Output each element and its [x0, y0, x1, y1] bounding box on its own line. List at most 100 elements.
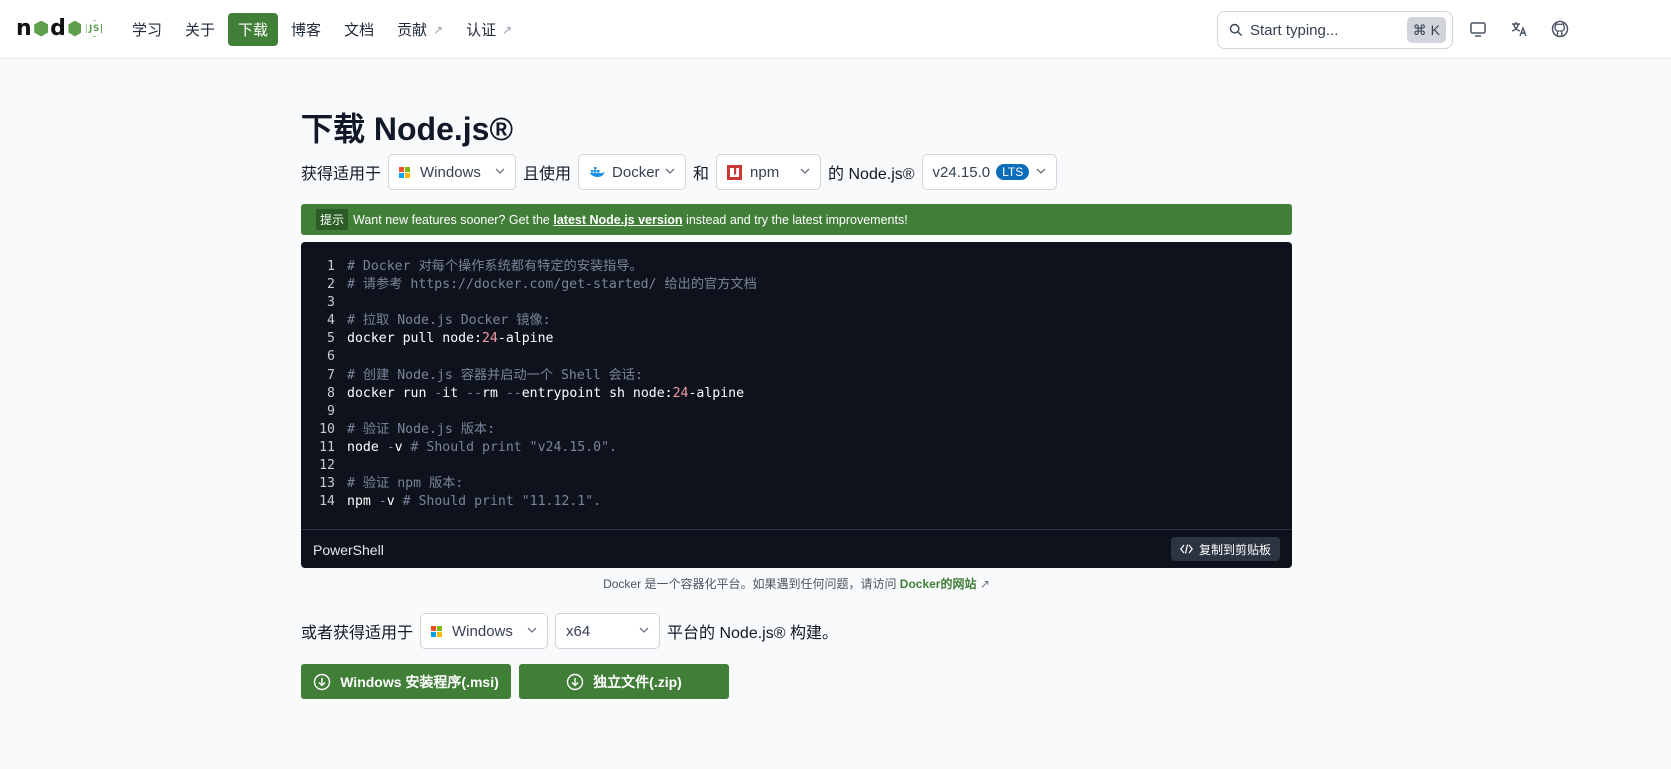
docker-icon — [589, 167, 605, 177]
code-line: 10 # 验证 Node.js 版本: — [301, 421, 757, 439]
package-manager-select[interactable]: npm — [716, 154, 822, 190]
code-token: -- — [505, 385, 522, 401]
code-token: - — [386, 439, 395, 455]
code-token: it — [442, 385, 467, 401]
line-number: 3 — [327, 295, 335, 311]
code-line: 11 node -v # Should print "v24.15.0". — [301, 439, 757, 457]
alt-prefix-label: 或者获得适用于 — [301, 625, 414, 642]
arch-select[interactable]: x64 — [555, 613, 661, 649]
code-token: rm — [482, 385, 506, 401]
version-select[interactable]: v24.15.0 LTS — [921, 154, 1057, 190]
copy-label: 复制到剪贴板 — [1198, 542, 1271, 557]
install-method-value: Docker — [612, 163, 660, 181]
line-number: 12 — [319, 458, 335, 474]
windows-icon — [431, 625, 443, 637]
nav-item-1[interactable]: 关于 — [175, 13, 225, 46]
tip-text-before: Want new features sooner? Get the — [353, 212, 554, 227]
nav-item-label: 贡献 — [397, 22, 428, 39]
install-method-select[interactable]: Docker — [578, 154, 687, 190]
tip-banner: 提示 Want new features sooner? Get the lat… — [301, 204, 1292, 235]
line-content: docker pull node:24-alpine — [347, 330, 553, 348]
external-link-icon: ↗ — [979, 577, 990, 591]
code-token: v — [386, 494, 403, 510]
docker-note: Docker 是一个容器化平台。如果遇到任何问题，请访问 Docker的网站 ↗ — [301, 575, 1292, 592]
code-token: 24 — [672, 385, 689, 401]
docker-website-link[interactable]: Docker的网站 — [900, 577, 977, 591]
main-nav: 学习 关于 下载 博客 文档 贡献 ↗ 认证 ↗ — [122, 13, 522, 46]
tip-text-after: instead and try the latest improvements! — [682, 212, 908, 227]
line-content: # 拉取 Node.js Docker 镜像: — [347, 312, 551, 330]
nav-item-3[interactable]: 博客 — [281, 13, 331, 46]
code-line: 2 # 请参考 https://docker.com/get-started/ 给… — [301, 276, 757, 294]
line-number: 14 — [319, 494, 335, 510]
chevron-down-icon — [800, 168, 810, 174]
nav-item-label: 文档 — [344, 22, 375, 39]
chevron-down-icon — [1036, 168, 1046, 174]
alt-download-row: 或者获得适用于 Windows x64 平台的 Node.js® 构建。 — [301, 613, 838, 649]
external-link-icon: ↗ — [502, 22, 513, 37]
os-select-value: Windows — [420, 163, 481, 181]
code-token: -alpine — [497, 331, 554, 347]
of-node-label: 的 Node.js® — [828, 166, 915, 183]
chevron-down-icon — [665, 168, 675, 174]
alt-suffix-label: 平台的 Node.js® 构建。 — [667, 625, 838, 642]
arch-select-value: x64 — [566, 622, 591, 640]
line-number: 9 — [327, 403, 335, 419]
code-line: 14 npm -v # Should print "11.12.1". — [301, 493, 757, 511]
chevron-down-icon — [639, 627, 649, 633]
code-token: v — [394, 439, 411, 455]
latest-version-link[interactable]: latest Node.js version — [553, 213, 682, 227]
alt-os-select[interactable]: Windows — [420, 613, 549, 649]
code-footer: PowerShell 复制到剪贴板 — [301, 529, 1292, 568]
chevron-down-icon — [527, 627, 537, 633]
get-for-label: 获得适用于 — [301, 166, 382, 183]
search-box[interactable]: Start typing... ⌘ K — [1217, 11, 1453, 49]
translate-icon[interactable] — [1510, 20, 1528, 38]
line-content: # Docker 对每个操作系统都有特定的安装指导。 — [347, 258, 643, 276]
code-token: -alpine — [688, 385, 745, 401]
nav-item-0[interactable]: 学习 — [122, 13, 172, 46]
nodejs-logo[interactable]: n d JS — [16, 16, 103, 41]
nav-item-label: 下载 — [238, 22, 269, 39]
code-line: 4 # 拉取 Node.js Docker 镜像: — [301, 312, 757, 330]
code-line: 1 # Docker 对每个操作系统都有特定的安装指导。 — [301, 258, 757, 276]
code-line: 5 docker pull node:24-alpine — [301, 330, 757, 348]
nav-item-5[interactable]: 贡献 ↗ — [387, 13, 453, 46]
download-icon — [314, 673, 331, 690]
copy-to-clipboard-button[interactable]: 复制到剪贴板 — [1170, 537, 1280, 561]
os-select[interactable]: Windows — [388, 154, 517, 190]
code-language: PowerShell — [313, 542, 384, 558]
download-zip-button[interactable]: 独立文件(.zip) — [519, 664, 729, 699]
line-content: node -v # Should print "v24.15.0". — [347, 439, 617, 457]
tip-tag: 提示 — [316, 209, 349, 230]
github-icon[interactable] — [1551, 20, 1569, 38]
search-icon — [1229, 23, 1243, 37]
line-number: 11 — [319, 439, 335, 455]
nav-item-4[interactable]: 文档 — [334, 13, 384, 46]
line-number: 6 — [327, 349, 335, 365]
code-icon — [1180, 544, 1193, 554]
line-number: 10 — [319, 421, 335, 437]
nav-item-6[interactable]: 认证 ↗ — [456, 13, 522, 46]
nav-item-label: 认证 — [466, 22, 497, 39]
code-token: docker pull node: — [347, 331, 482, 347]
code-token: # 拉取 Node.js Docker 镜像: — [347, 313, 551, 329]
code-token: # 请参考 https://docker.com/get-started/ 给出… — [347, 277, 757, 293]
code-token: # 验证 Node.js 版本: — [347, 421, 496, 437]
code-token: node — [347, 439, 387, 455]
nav-item-2[interactable]: 下载 — [228, 13, 279, 46]
code-token: # Should print "11.12.1". — [402, 494, 602, 510]
package-manager-value: npm — [750, 163, 780, 181]
line-number: 8 — [327, 385, 335, 401]
lts-badge: LTS — [996, 164, 1030, 180]
line-content: # 请参考 https://docker.com/get-started/ 给出… — [347, 276, 757, 294]
code-line: 8 docker run -it --rm --entrypoint sh nod… — [301, 385, 757, 403]
code-token: - — [378, 494, 387, 510]
code-token: 24 — [481, 331, 498, 347]
code-token: entrypoint sh node: — [521, 385, 673, 401]
line-number: 13 — [319, 476, 335, 492]
platform-selector-row: 获得适用于 Windows 且使用 Docker 和 npm 的 Node.js… — [301, 154, 1064, 190]
download-msi-button[interactable]: Windows 安装程序(.msi) — [301, 664, 511, 699]
code-line: 7 # 创建 Node.js 容器并启动一个 Shell 会话: — [301, 367, 757, 385]
monitor-icon[interactable] — [1469, 20, 1487, 38]
